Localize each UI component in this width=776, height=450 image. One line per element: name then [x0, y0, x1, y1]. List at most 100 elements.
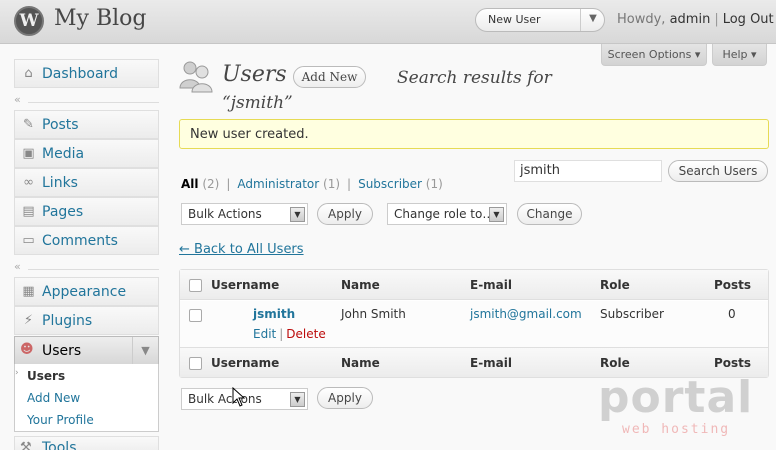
sidebar-item-label: Tools — [42, 440, 77, 450]
filter-all[interactable]: All — [181, 177, 199, 191]
column-posts: Posts — [714, 278, 752, 292]
user-email-link[interactable]: jsmith@gmail.com — [470, 307, 582, 321]
link-icon: ∞ — [23, 175, 34, 190]
dashboard-icon: ⌂ — [24, 66, 33, 81]
row-actions: Edit | Delete — [253, 327, 326, 341]
sidebar-item-tools[interactable]: ⚒ Tools — [14, 436, 159, 450]
sidebar-item-dashboard[interactable]: ⌂ Dashboard — [14, 59, 159, 88]
collapse-chevron-icon[interactable]: « — [14, 93, 21, 106]
table-header: Username Name E-mail Role Posts — [180, 270, 768, 300]
submenu-toggle-icon[interactable]: ▼ — [132, 337, 158, 364]
column-username[interactable]: Username — [211, 278, 279, 292]
watermark-brand: portal — [598, 372, 754, 423]
bulk-actions-select[interactable]: Bulk Actions ▼ — [181, 203, 308, 225]
edit-user-link[interactable]: Edit — [253, 327, 276, 341]
success-notice: New user created. — [179, 119, 769, 149]
users-submenu: › Users Add New Your Profile — [14, 364, 159, 432]
row-checkbox[interactable] — [189, 309, 202, 322]
sidebar-item-users[interactable]: ☻ Users ▼ — [14, 336, 159, 365]
pin-icon: ✎ — [23, 117, 34, 132]
user-greeting: Howdy, admin | Log Out — [617, 12, 774, 27]
sidebar-item-label: Appearance — [42, 284, 127, 300]
search-results-label: Search results for — [397, 68, 552, 88]
username-link[interactable]: jsmith — [253, 307, 295, 321]
search-users-button[interactable]: Search Users — [668, 160, 768, 182]
users-page-icon — [179, 61, 213, 93]
chevron-down-icon[interactable]: ▼ — [584, 13, 602, 24]
apply-button[interactable]: Apply — [317, 203, 373, 225]
sidebar-item-pages[interactable]: ▤ Pages — [14, 197, 159, 226]
chevron-down-icon: ▼ — [290, 392, 305, 407]
divider: | — [714, 12, 719, 27]
help-label: Help — [722, 48, 748, 61]
sidebar-item-label: Media — [42, 146, 85, 162]
sidebar-item-label: Links — [42, 175, 78, 191]
table-row: jsmith Edit | Delete John Smith jsmith@gma… — [180, 301, 768, 347]
filter-all-count: (2) — [202, 177, 220, 191]
search-term-label: “jsmith” — [222, 93, 293, 113]
select-all-checkbox[interactable] — [189, 357, 202, 370]
submenu-item-add-new[interactable]: Add New — [27, 391, 80, 405]
logout-link[interactable]: Log Out — [723, 12, 774, 27]
submenu-item-your-profile[interactable]: Your Profile — [27, 413, 94, 427]
portal-watermark-logo: portal web hosting — [598, 372, 752, 442]
collapse-chevron-icon[interactable]: « — [14, 260, 21, 273]
sidebar-item-label: Users — [42, 343, 82, 359]
username-link[interactable]: admin — [670, 12, 711, 27]
apply-button-bottom[interactable]: Apply — [317, 387, 373, 409]
column-name[interactable]: Name — [341, 278, 380, 292]
filter-subscriber-count: (1) — [425, 177, 443, 191]
column-name[interactable]: Name — [341, 356, 380, 370]
appearance-icon: ▦ — [22, 284, 35, 299]
filter-subscriber[interactable]: Subscriber — [358, 177, 422, 191]
change-role-button[interactable]: Change — [517, 203, 582, 225]
filter-administrator[interactable]: Administrator — [237, 177, 319, 191]
role-filter-links: All (2) | Administrator (1) | Subscriber (1) — [181, 177, 443, 191]
column-email[interactable]: E-mail — [470, 278, 512, 292]
search-input[interactable]: jsmith — [514, 160, 662, 182]
change-role-value: Change role to… — [394, 207, 495, 221]
howdy-text: Howdy, — [617, 12, 666, 27]
screen-options-tab[interactable]: Screen Options ▾ — [601, 44, 707, 66]
sidebar-item-links[interactable]: ∞ Links — [14, 168, 159, 197]
bulk-actions-value: Bulk Actions — [188, 207, 262, 221]
sidebar-item-comments[interactable]: ▭ Comments — [14, 226, 159, 255]
favorite-action-label: New User — [488, 13, 541, 26]
avatar — [209, 307, 241, 339]
plugin-icon: ⚡ — [23, 313, 34, 328]
column-role: Role — [600, 356, 630, 370]
sidebar-item-plugins[interactable]: ⚡ Plugins — [14, 306, 159, 335]
bulk-actions-value: Bulk Actions — [188, 392, 262, 406]
column-email[interactable]: E-mail — [470, 356, 512, 370]
menu-separator: « — [14, 260, 159, 274]
chevron-down-icon: ▼ — [489, 207, 504, 222]
delete-user-link[interactable]: Delete — [286, 327, 325, 341]
sidebar-item-label: Dashboard — [42, 66, 118, 82]
sidebar-item-label: Plugins — [42, 313, 93, 329]
back-to-all-users-link[interactable]: ← Back to All Users — [179, 242, 304, 257]
site-title[interactable]: My Blog — [54, 6, 146, 31]
wordpress-logo-icon: W — [14, 6, 44, 36]
sidebar-item-label: Posts — [42, 117, 79, 133]
user-name: John Smith — [341, 307, 406, 321]
change-role-select[interactable]: Change role to… ▼ — [387, 203, 507, 225]
favorite-actions-dropdown[interactable]: New User ▼ — [475, 8, 605, 32]
column-posts: Posts — [714, 356, 752, 370]
filter-administrator-count: (1) — [323, 177, 341, 191]
chevron-down-icon: ▼ — [290, 207, 305, 222]
sidebar-item-label: Pages — [42, 204, 84, 220]
submenu-item-users[interactable]: Users — [27, 369, 65, 383]
sidebar-item-media[interactable]: ▣ Media — [14, 139, 159, 168]
admin-header: W My Blog New User ▼ Howdy, admin | Log Ou… — [0, 0, 776, 44]
users-table: Username Name E-mail Role Posts jsmith E… — [179, 269, 769, 378]
column-username[interactable]: Username — [211, 356, 279, 370]
sidebar-item-label: Comments — [42, 233, 118, 249]
sidebar-item-appearance[interactable]: ▦ Appearance — [14, 277, 159, 306]
select-all-checkbox[interactable] — [189, 279, 202, 292]
current-page-caret-icon: › — [15, 368, 19, 378]
add-new-user-button[interactable]: Add New — [293, 66, 366, 88]
sidebar-item-posts[interactable]: ✎ Posts — [14, 110, 159, 139]
help-tab[interactable]: Help ▾ — [712, 44, 767, 66]
media-icon: ▣ — [22, 146, 35, 161]
mouse-cursor-icon — [232, 387, 246, 407]
